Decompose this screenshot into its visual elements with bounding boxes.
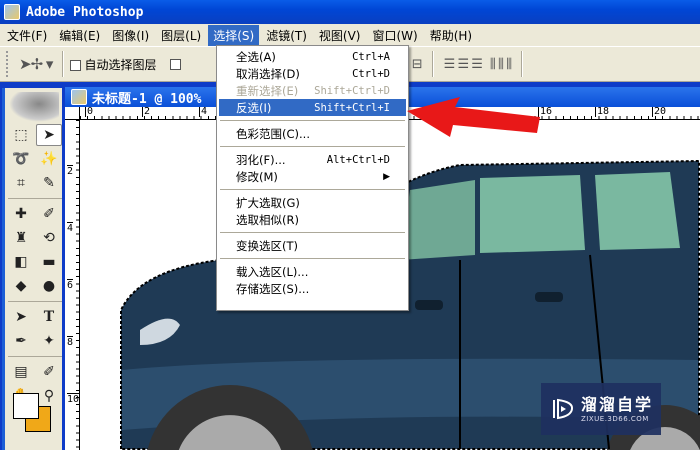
brush-tool-icon[interactable]: ✐ <box>36 203 62 225</box>
foreground-color-swatch[interactable] <box>13 393 39 419</box>
red-arrow-annotation-icon <box>407 97 540 137</box>
menu-separator <box>220 120 405 121</box>
toolbox: ⬚ ➤ ➰ ✨ ⌗ ✎ ✚ ✐ ♜ ⟲ ◧ ▬ ◆ ● ➤ T ✒ ✦ ▤ ✐ … <box>2 88 62 450</box>
move-tool-icon[interactable]: ➤ <box>36 124 62 146</box>
crop-tool-icon[interactable]: ⌗ <box>8 172 34 194</box>
menu-help[interactable]: 帮助(H) <box>425 25 477 46</box>
menu-layer[interactable]: 图层(L) <box>156 25 206 46</box>
blur-tool-icon[interactable]: ◆ <box>8 275 34 297</box>
ruler-label: 8 <box>67 336 74 348</box>
shape-tool-icon[interactable]: ✦ <box>36 330 62 352</box>
healing-brush-tool-icon[interactable]: ✚ <box>8 203 34 225</box>
photoshop-app-icon <box>4 4 20 20</box>
document-title: 未标题-1 @ 100% <box>92 91 202 107</box>
watermark-cn: 溜溜自学 <box>581 394 654 414</box>
eyedropper-tool-icon[interactable]: ✐ <box>36 361 62 383</box>
select-menu-dropdown: 全选(A) Ctrl+A 取消选择(D) Ctrl+D 重新选择(E) Shift+C… <box>216 45 409 311</box>
menu-item-feather[interactable]: 羽化(F)... Alt+Ctrl+D <box>219 151 406 168</box>
play-logo-icon <box>553 398 574 420</box>
ruler-label: 0 <box>85 106 94 117</box>
ruler-label: 6 <box>67 279 74 291</box>
auto-select-label: 自动选择图层 <box>84 57 157 72</box>
menu-edit[interactable]: 编辑(E) <box>54 25 105 46</box>
menu-item-similar[interactable]: 选取相似(R) <box>219 211 406 228</box>
menu-separator <box>220 189 405 190</box>
watermark: 溜溜自学 ZIXUE.3D66.COM <box>541 383 661 435</box>
menu-separator <box>220 146 405 147</box>
app-titlebar: Adobe Photoshop <box>0 0 700 24</box>
lasso-tool-icon[interactable]: ➰ <box>8 148 34 170</box>
menu-item-modify[interactable]: 修改(M) ▶ <box>219 168 406 185</box>
ruler-origin[interactable] <box>65 107 80 120</box>
ruler-label: 2 <box>67 165 74 177</box>
notes-tool-icon[interactable]: ▤ <box>8 361 34 383</box>
menu-filter[interactable]: 滤镜(T) <box>261 25 312 46</box>
menu-item-deselect[interactable]: 取消选择(D) Ctrl+D <box>219 65 406 82</box>
zoom-tool-icon[interactable]: ⚲ <box>36 385 62 407</box>
eraser-tool-icon[interactable]: ◧ <box>8 251 34 273</box>
menu-separator <box>220 232 405 233</box>
type-tool-icon[interactable]: T <box>36 306 62 328</box>
distribute-vertical-icons[interactable]: ☰ ☰ ☰ <box>444 57 483 72</box>
menu-item-select-all[interactable]: 全选(A) Ctrl+A <box>219 48 406 65</box>
divider <box>521 51 524 77</box>
ruler-label: 20 <box>652 106 667 117</box>
menu-item-reselect: 重新选择(E) Shift+Ctrl+D <box>236 83 390 98</box>
menu-view[interactable]: 视图(V) <box>314 25 366 46</box>
menu-window[interactable]: 窗口(W) <box>367 25 422 46</box>
slice-tool-icon[interactable]: ✎ <box>36 172 62 194</box>
menu-item-inverse[interactable]: 反选(I) Shift+Ctrl+I <box>219 99 406 116</box>
show-bounds-checkbox[interactable] <box>170 58 182 70</box>
clone-stamp-tool-icon[interactable]: ♜ <box>8 227 34 249</box>
feather-logo-icon <box>8 92 59 122</box>
ruler-label: 4 <box>199 106 208 117</box>
marquee-tool-icon[interactable]: ⬚ <box>8 124 34 146</box>
ruler-label: 2 <box>142 106 151 117</box>
dodge-tool-icon[interactable]: ● <box>36 275 62 297</box>
watermark-en: ZIXUE.3D66.COM <box>581 414 649 423</box>
ruler-label: 18 <box>595 106 610 117</box>
divider <box>62 51 65 77</box>
menu-item-transform-selection[interactable]: 变换选区(T) <box>219 237 406 254</box>
menu-image[interactable]: 图像(I) <box>107 25 154 46</box>
magic-wand-tool-icon[interactable]: ✨ <box>36 148 62 170</box>
path-selection-tool-icon[interactable]: ➤ <box>8 306 34 328</box>
options-grip[interactable] <box>6 51 9 77</box>
ruler-label: 4 <box>67 222 74 234</box>
menu-item-color-range[interactable]: 色彩范围(C)... <box>219 125 406 142</box>
menu-file[interactable]: 文件(F) <box>2 25 52 46</box>
menubar: 文件(F) 编辑(E) 图像(I) 图层(L) 选择(S) 滤镜(T) 视图(V… <box>0 24 700 46</box>
move-tool-preset-icon[interactable]: ➤✢ ▾ <box>19 55 53 73</box>
app-title: Adobe Photoshop <box>26 4 144 20</box>
menu-select[interactable]: 选择(S) <box>208 24 260 46</box>
ruler-vertical[interactable]: 2 4 6 8 10 <box>65 120 80 450</box>
menu-item-grow[interactable]: 扩大选取(G) <box>219 194 406 211</box>
history-brush-tool-icon[interactable]: ⟲ <box>36 227 62 249</box>
gradient-tool-icon[interactable]: ▬ <box>36 251 62 273</box>
divider <box>431 51 434 77</box>
pen-tool-icon[interactable]: ✒ <box>8 330 34 352</box>
document-icon <box>71 89 87 105</box>
auto-select-layer-checkbox[interactable]: 自动选择图层 <box>70 56 156 73</box>
ruler-label: 10 <box>67 393 80 405</box>
submenu-arrow-icon: ▶ <box>383 171 390 182</box>
menu-item-save-selection[interactable]: 存储选区(S)... <box>219 280 406 297</box>
distribute-horizontal-icons[interactable]: ⫼ ⫼ ⫼ <box>490 57 512 72</box>
menu-item-load-selection[interactable]: 载入选区(L)... <box>219 263 406 280</box>
menu-separator <box>220 258 405 259</box>
